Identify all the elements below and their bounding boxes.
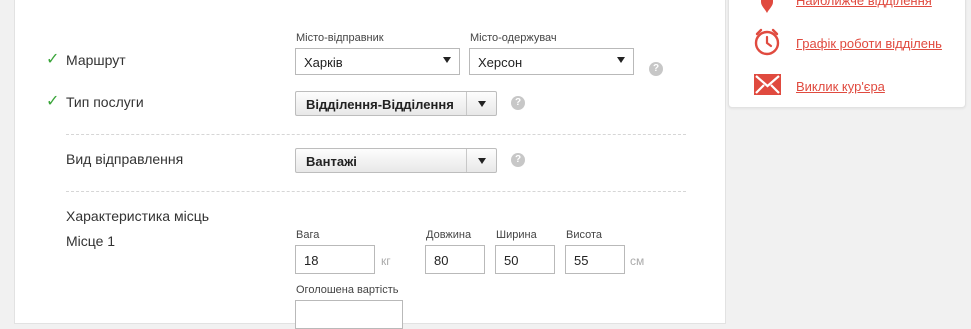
chevron-down-icon (617, 57, 625, 63)
weight-value: 18 (304, 253, 319, 268)
service-type-select[interactable]: Відділення-Відділення (295, 91, 497, 116)
route-check-icon: ✓ (46, 51, 60, 68)
select-separator (466, 92, 467, 115)
clock-icon (753, 28, 781, 56)
section-divider (66, 134, 686, 135)
places-title: Характеристика місць (66, 208, 210, 224)
chevron-down-icon (478, 101, 486, 107)
width-value: 50 (504, 253, 519, 268)
service-type-check-icon: ✓ (46, 93, 60, 110)
chevron-down-icon (443, 57, 451, 63)
width-input[interactable]: 50 (495, 245, 555, 274)
section-divider (66, 191, 686, 192)
branch-schedule-link[interactable]: Графік роботи відділень (796, 36, 942, 51)
shipment-type-label: Вид відправлення (66, 151, 184, 167)
location-pin-icon (761, 0, 773, 14)
weight-unit: кг (381, 254, 391, 268)
shipment-type-select[interactable]: Вантажі (295, 148, 497, 173)
service-type-label: Тип послуги (66, 94, 144, 110)
declared-value-input[interactable] (295, 300, 403, 329)
receiver-city-value: Херсон (478, 55, 523, 70)
height-value: 55 (574, 253, 589, 268)
sender-city-label: Місто-відправник (296, 32, 384, 44)
length-label: Довжина (426, 229, 472, 241)
width-label: Ширина (496, 229, 537, 241)
service-type-value: Відділення-Відділення (306, 97, 454, 112)
receiver-city-label: Місто-одержувач (470, 32, 557, 44)
height-input[interactable]: 55 (565, 245, 625, 274)
select-separator (466, 149, 467, 172)
sender-city-value: Харків (304, 55, 343, 70)
route-help-icon[interactable]: ? (649, 62, 663, 76)
nearest-branch-link[interactable]: Найближче відділення (796, 0, 932, 8)
receiver-city-select[interactable]: Херсон (469, 48, 634, 75)
place-1-label: Місце 1 (66, 233, 116, 249)
weight-label: Вага (296, 229, 320, 241)
declared-value-label: Оголошена вартість (296, 284, 399, 296)
sender-city-select[interactable]: Харків (295, 48, 460, 75)
service-type-help-icon[interactable]: ? (511, 96, 525, 110)
weight-input[interactable]: 18 (295, 245, 375, 274)
length-value: 80 (434, 253, 449, 268)
dimension-unit: см (630, 254, 645, 268)
chevron-down-icon (478, 158, 486, 164)
shipment-type-help-icon[interactable]: ? (511, 153, 525, 167)
envelope-icon (754, 74, 781, 95)
courier-call-link[interactable]: Виклик кур'єра (796, 79, 885, 94)
height-label: Висота (566, 229, 603, 241)
shipment-type-value: Вантажі (306, 154, 357, 169)
route-label: Маршрут (66, 52, 126, 68)
length-input[interactable]: 80 (425, 245, 485, 274)
